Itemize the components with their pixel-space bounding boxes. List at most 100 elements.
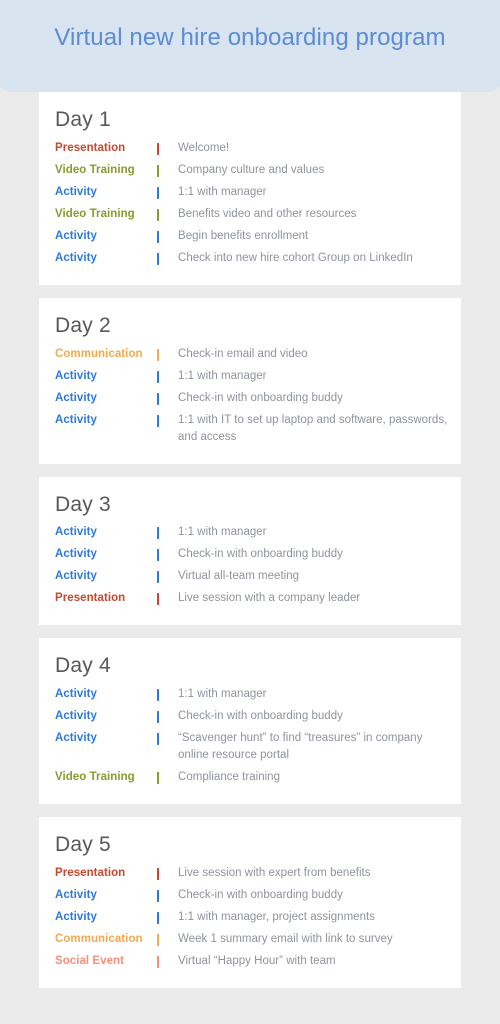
activity-row: Activity Check-in with onboarding buddy — [39, 887, 461, 904]
activity-category-label: Video Training — [55, 207, 135, 220]
activity-description: Welcome! — [178, 141, 230, 154]
activity-description: Live session with expert from benefits — [178, 866, 371, 879]
activity-row: Activity Check-in with onboarding buddy — [39, 546, 461, 563]
activity-category-label: Activity — [55, 910, 97, 923]
activity-description: 1:1 with IT to set up laptop and softwar… — [178, 413, 448, 443]
activity-color-bar-icon — [157, 689, 159, 702]
activity-category-label: Video Training — [55, 771, 135, 784]
activity-category-label: Presentation — [55, 141, 126, 154]
activity-description: Virtual “Happy Hour” with team — [178, 954, 336, 967]
activity-divider — [151, 590, 165, 606]
activity-divider — [151, 206, 165, 221]
activity-row: Presentation Live session with a company … — [39, 590, 461, 607]
activity-description: Begin benefits enrollment — [178, 229, 309, 242]
activity-category-label: Presentation — [55, 866, 126, 879]
activity-row: Activity 1:1 with manager — [39, 368, 461, 385]
activity-category-label: Activity — [55, 570, 97, 583]
activity-row: Activity Check-in with onboarding buddy — [39, 390, 461, 407]
activity-category-label: Activity — [55, 548, 97, 561]
activity-category-label: Activity — [55, 391, 97, 404]
activity-category-label: Video Training — [55, 163, 135, 176]
activity-row: Video Training Compliance training — [39, 769, 461, 786]
activity-category-label: Activity — [55, 526, 97, 539]
activity-category-label: Communication — [55, 347, 143, 360]
activity-category-label: Activity — [55, 413, 97, 426]
day-activity-rows: Activity 1:1 with manager Activity Check-in… — [39, 686, 461, 786]
day-card-title: Day 4 — [55, 654, 111, 678]
activity-category-label: Activity — [55, 229, 97, 242]
activity-color-bar-icon — [157, 414, 159, 427]
activity-divider — [151, 412, 165, 427]
activity-divider — [151, 887, 165, 902]
activity-row: Video Training Benefits video and other r… — [39, 206, 461, 223]
activity-description: 1:1 with manager, project assignments — [178, 910, 375, 923]
activity-description: Virtual all-team meeting — [178, 570, 300, 583]
day-card-list: Day 1 Presentation Welcome! Video Training C… — [0, 92, 500, 988]
activity-description: Check-in with onboarding buddy — [178, 888, 343, 901]
activity-description: Week 1 summary email with link to survey — [178, 932, 393, 945]
activity-color-bar-icon — [157, 889, 159, 902]
activity-color-bar-icon — [157, 370, 159, 383]
activity-color-bar-icon — [157, 593, 159, 606]
activity-color-bar-icon — [157, 772, 159, 785]
activity-color-bar-icon — [157, 208, 159, 221]
activity-divider — [151, 228, 165, 243]
day-card-title: Day 2 — [55, 313, 111, 337]
activity-description: 1:1 with manager — [178, 185, 267, 198]
activity-divider — [151, 346, 165, 361]
activity-description: Compliance training — [178, 771, 281, 784]
activity-category-label: Activity — [55, 888, 97, 901]
day-card: Day 4 Activity 1:1 with manager Activity Che… — [39, 638, 461, 805]
activity-color-bar-icon — [157, 549, 159, 562]
activity-divider — [151, 686, 165, 702]
activity-divider — [151, 524, 165, 540]
activity-description: 1:1 with manager — [178, 688, 267, 701]
activity-divider — [151, 865, 165, 880]
page-header: Virtual new hire onboarding program — [0, 0, 500, 92]
activity-color-bar-icon — [157, 252, 159, 265]
activity-color-bar-icon — [157, 733, 159, 746]
activity-divider — [151, 184, 165, 199]
activity-row: Video Training Company culture and values — [39, 162, 461, 179]
activity-color-bar-icon — [157, 571, 159, 584]
activity-description: Check into new hire cohort Group on Link… — [178, 251, 413, 264]
page-title: Virtual new hire onboarding program — [54, 24, 446, 51]
activity-category-label: Activity — [55, 369, 97, 382]
activity-row: Social Event Virtual “Happy Hour” with te… — [39, 953, 461, 970]
activity-description: “Scavenger hunt” to find “treasures” in … — [178, 732, 423, 762]
activity-row: Communication Check-in email and video — [39, 346, 461, 363]
activity-category-label: Activity — [55, 251, 97, 264]
activity-row: Activity 1:1 with manager, project assign… — [39, 909, 461, 926]
activity-category-label: Activity — [55, 688, 97, 701]
activity-color-bar-icon — [157, 911, 159, 924]
activity-category-label: Activity — [55, 710, 97, 723]
activity-category-label: Communication — [55, 932, 143, 945]
activity-color-bar-icon — [157, 955, 159, 968]
activity-category-label: Social Event — [55, 954, 124, 967]
activity-row: Activity Check into new hire cohort Group… — [39, 250, 461, 267]
activity-divider — [151, 250, 165, 265]
day-card: Day 3 Activity 1:1 with manager Activity Che… — [39, 476, 461, 626]
activity-divider — [151, 162, 165, 177]
activity-divider — [151, 140, 165, 155]
activity-divider — [151, 909, 165, 924]
activity-row: Activity 1:1 with manager — [39, 686, 461, 703]
activity-divider — [151, 368, 165, 383]
activity-description: 1:1 with manager — [178, 369, 267, 382]
activity-color-bar-icon — [157, 527, 159, 540]
activity-row: Presentation Live session with expert fro… — [39, 865, 461, 882]
day-card-title: Day 5 — [55, 833, 111, 857]
day-card: Day 5 Presentation Live session with exper… — [39, 817, 461, 988]
day-activity-rows: Activity 1:1 with manager Activity Check-in… — [39, 524, 461, 607]
activity-divider — [151, 546, 165, 562]
activity-divider — [151, 708, 165, 724]
day-activity-rows: Communication Check-in email and video Act… — [39, 346, 461, 446]
day-activity-rows: Presentation Live session with expert fro… — [39, 865, 461, 970]
activity-description: Live session with a company leader — [178, 592, 361, 605]
activity-divider — [151, 953, 165, 968]
activity-row: Activity Virtual all-team meeting — [39, 568, 461, 585]
day-card-title: Day 3 — [55, 492, 111, 516]
activity-description: Check-in email and video — [178, 347, 308, 360]
activity-row: Activity “Scavenger hunt” to find “treasu… — [39, 730, 461, 764]
activity-description: Check-in with onboarding buddy — [178, 548, 343, 561]
